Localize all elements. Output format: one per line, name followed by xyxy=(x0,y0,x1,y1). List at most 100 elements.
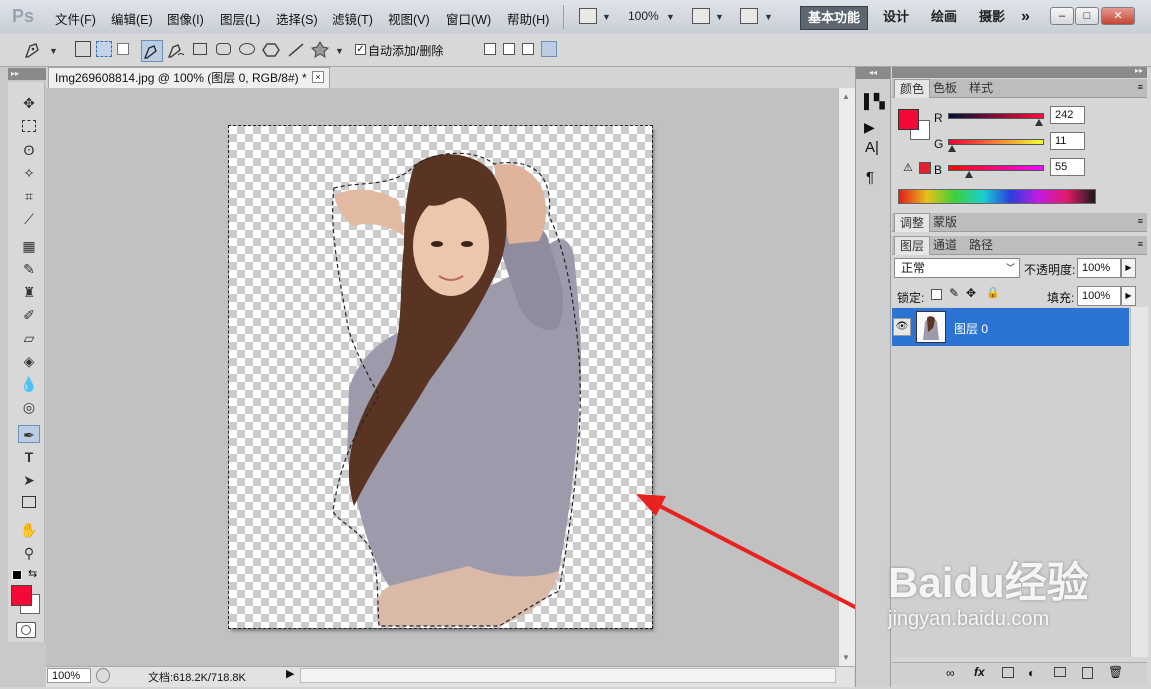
character-panel-icon[interactable]: A| xyxy=(865,139,879,156)
new-group-icon[interactable] xyxy=(1054,667,1066,677)
history-panel-icon[interactable]: ▌▚ xyxy=(864,93,885,110)
move-tool-icon[interactable]: ✥ xyxy=(18,94,40,112)
scroll-up-icon[interactable]: ▲ xyxy=(842,92,850,101)
ellipse-icon[interactable] xyxy=(239,43,255,55)
tab-paths[interactable]: 路径 xyxy=(964,236,998,254)
blur-tool-icon[interactable]: 💧 xyxy=(18,375,40,393)
fill-slider-arrow-icon[interactable]: ▶ xyxy=(1121,286,1136,306)
custom-shape-icon[interactable] xyxy=(310,40,330,60)
close-button[interactable]: ✕ xyxy=(1101,7,1135,25)
layer-name[interactable]: 图层 0 xyxy=(954,320,988,337)
freeform-pen-icon[interactable] xyxy=(166,40,186,60)
tab-layers[interactable]: 图层 xyxy=(894,236,931,255)
menu-select[interactable]: 选择(S) xyxy=(276,9,318,28)
opacity-slider-arrow-icon[interactable]: ▶ xyxy=(1121,258,1136,278)
workspace-painting-button[interactable]: 绘画 xyxy=(924,6,964,28)
workspace-basic-button[interactable]: 基本功能 xyxy=(800,6,869,30)
menu-layer[interactable]: 图层(L) xyxy=(220,9,260,28)
menu-help[interactable]: 帮助(H) xyxy=(507,9,549,28)
blue-value-field[interactable]: 55 xyxy=(1050,158,1085,176)
workspace-photography-button[interactable]: 摄影 xyxy=(972,6,1012,28)
pen-tool-icon[interactable]: ✒ xyxy=(18,425,40,443)
zoom-level-select[interactable]: 100% xyxy=(628,9,659,23)
workspace-design-button[interactable]: 设计 xyxy=(876,6,916,28)
paint-bucket-tool-icon[interactable]: ◈ xyxy=(18,352,40,370)
tab-color[interactable]: 颜色 xyxy=(894,79,931,98)
adjustment-layer-icon[interactable]: ◐ xyxy=(1028,666,1035,680)
menu-window[interactable]: 窗口(W) xyxy=(446,9,491,28)
chevron-down-icon[interactable]: ▼ xyxy=(715,12,724,22)
red-slider-thumb[interactable] xyxy=(1035,119,1044,126)
opacity-field[interactable]: 100% xyxy=(1077,258,1121,278)
path-exclude-icon[interactable] xyxy=(541,41,557,57)
eraser-tool-icon[interactable]: ▱ xyxy=(18,329,40,347)
default-colors-icon[interactable] xyxy=(12,570,22,580)
crop-tool-icon[interactable]: ⌗ xyxy=(18,187,40,205)
green-slider[interactable] xyxy=(948,139,1044,145)
restore-button[interactable]: □ xyxy=(1075,7,1099,25)
swap-colors-icon[interactable]: ⇆ xyxy=(28,567,37,580)
hand-tool-icon[interactable]: ✋ xyxy=(18,521,40,539)
menu-view[interactable]: 视图(V) xyxy=(388,9,430,28)
foreground-color-swatch[interactable] xyxy=(11,585,32,606)
panel-menu-icon[interactable]: ≡ xyxy=(1138,216,1143,226)
path-selection-tool-icon[interactable]: ➤ xyxy=(18,471,40,489)
new-layer-icon[interactable] xyxy=(1082,667,1093,679)
close-document-icon[interactable]: × xyxy=(312,71,324,83)
minimize-button[interactable]: – xyxy=(1050,7,1074,25)
shape-layers-icon[interactable] xyxy=(75,41,91,57)
lock-pixels-icon[interactable]: ✎ xyxy=(949,286,959,300)
history-brush-tool-icon[interactable]: ✐ xyxy=(18,306,40,324)
lock-transparency-icon[interactable] xyxy=(931,289,942,300)
eye-visibility-icon[interactable]: 👁 xyxy=(893,318,911,336)
status-info-icon[interactable] xyxy=(96,668,110,683)
document-tab[interactable]: Img269608814.jpg @ 100% (图层 0, RGB/8#) * xyxy=(48,67,330,88)
green-slider-thumb[interactable] xyxy=(947,145,956,152)
layer-style-icon[interactable]: fx xyxy=(974,665,985,679)
chevron-down-icon[interactable]: ▼ xyxy=(764,12,773,22)
rectangle-icon[interactable] xyxy=(193,43,207,55)
menu-edit[interactable]: 编辑(E) xyxy=(111,9,153,28)
tab-masks[interactable]: 蒙版 xyxy=(928,213,962,231)
chevron-down-icon[interactable]: ▼ xyxy=(602,12,611,22)
paths-icon[interactable] xyxy=(96,41,112,57)
chevron-down-icon[interactable]: ▼ xyxy=(49,46,58,56)
dock-expand-icon[interactable]: ◂◂ xyxy=(856,67,890,79)
lasso-tool-icon[interactable]: ʘ xyxy=(18,141,40,159)
panels-collapse-icon[interactable]: ▸▸ xyxy=(1135,66,1143,75)
launch-bridge-icon[interactable] xyxy=(579,8,597,24)
blend-mode-select[interactable]: 正常 ﹀ xyxy=(894,258,1020,278)
toolbox-collapse-icon[interactable]: ▸▸ xyxy=(8,68,46,80)
scroll-down-icon[interactable]: ▼ xyxy=(842,653,850,662)
status-menu-arrow-icon[interactable]: ▶ xyxy=(286,667,294,680)
marquee-tool-icon[interactable] xyxy=(18,118,40,136)
quick-mask-icon[interactable] xyxy=(16,622,36,638)
red-value-field[interactable]: 242 xyxy=(1050,106,1085,124)
menu-file[interactable]: 文件(F) xyxy=(55,9,96,28)
pen-tool-preset-icon[interactable] xyxy=(22,40,44,60)
path-subtract-icon[interactable] xyxy=(503,43,515,55)
healing-brush-tool-icon[interactable]: ▦ xyxy=(18,237,40,255)
actions-panel-icon[interactable]: ▶ xyxy=(864,119,875,136)
panels-collapse-bar[interactable]: ▸▸ xyxy=(892,66,1147,78)
zoom-tool-icon[interactable]: ⚲ xyxy=(18,544,40,562)
shape-tool-icon[interactable] xyxy=(18,494,40,512)
more-workspaces-button[interactable]: » xyxy=(1014,6,1037,28)
link-layers-icon[interactable]: ∞ xyxy=(946,666,955,680)
color-spectrum-bar[interactable] xyxy=(898,189,1096,204)
panel-menu-icon[interactable]: ≡ xyxy=(1138,82,1143,92)
type-tool-icon[interactable]: T xyxy=(18,448,40,466)
add-mask-icon[interactable] xyxy=(1002,667,1014,678)
green-value-field[interactable]: 11 xyxy=(1050,132,1085,150)
polygon-icon[interactable] xyxy=(262,41,280,59)
tab-adjustments[interactable]: 调整 xyxy=(894,213,931,232)
color-foreground-swatch[interactable] xyxy=(898,109,919,130)
eyedropper-tool-icon[interactable]: ⟋ xyxy=(18,210,40,228)
panel-menu-icon[interactable]: ≡ xyxy=(1138,239,1143,249)
brush-tool-icon[interactable]: ✎ xyxy=(18,260,40,278)
chevron-down-icon[interactable]: ▼ xyxy=(335,46,344,56)
fill-pixels-icon[interactable] xyxy=(117,43,129,55)
gamut-color-swatch[interactable] xyxy=(919,162,931,174)
path-intersect-icon[interactable] xyxy=(522,43,534,55)
status-zoom-field[interactable]: 100% xyxy=(47,668,91,683)
